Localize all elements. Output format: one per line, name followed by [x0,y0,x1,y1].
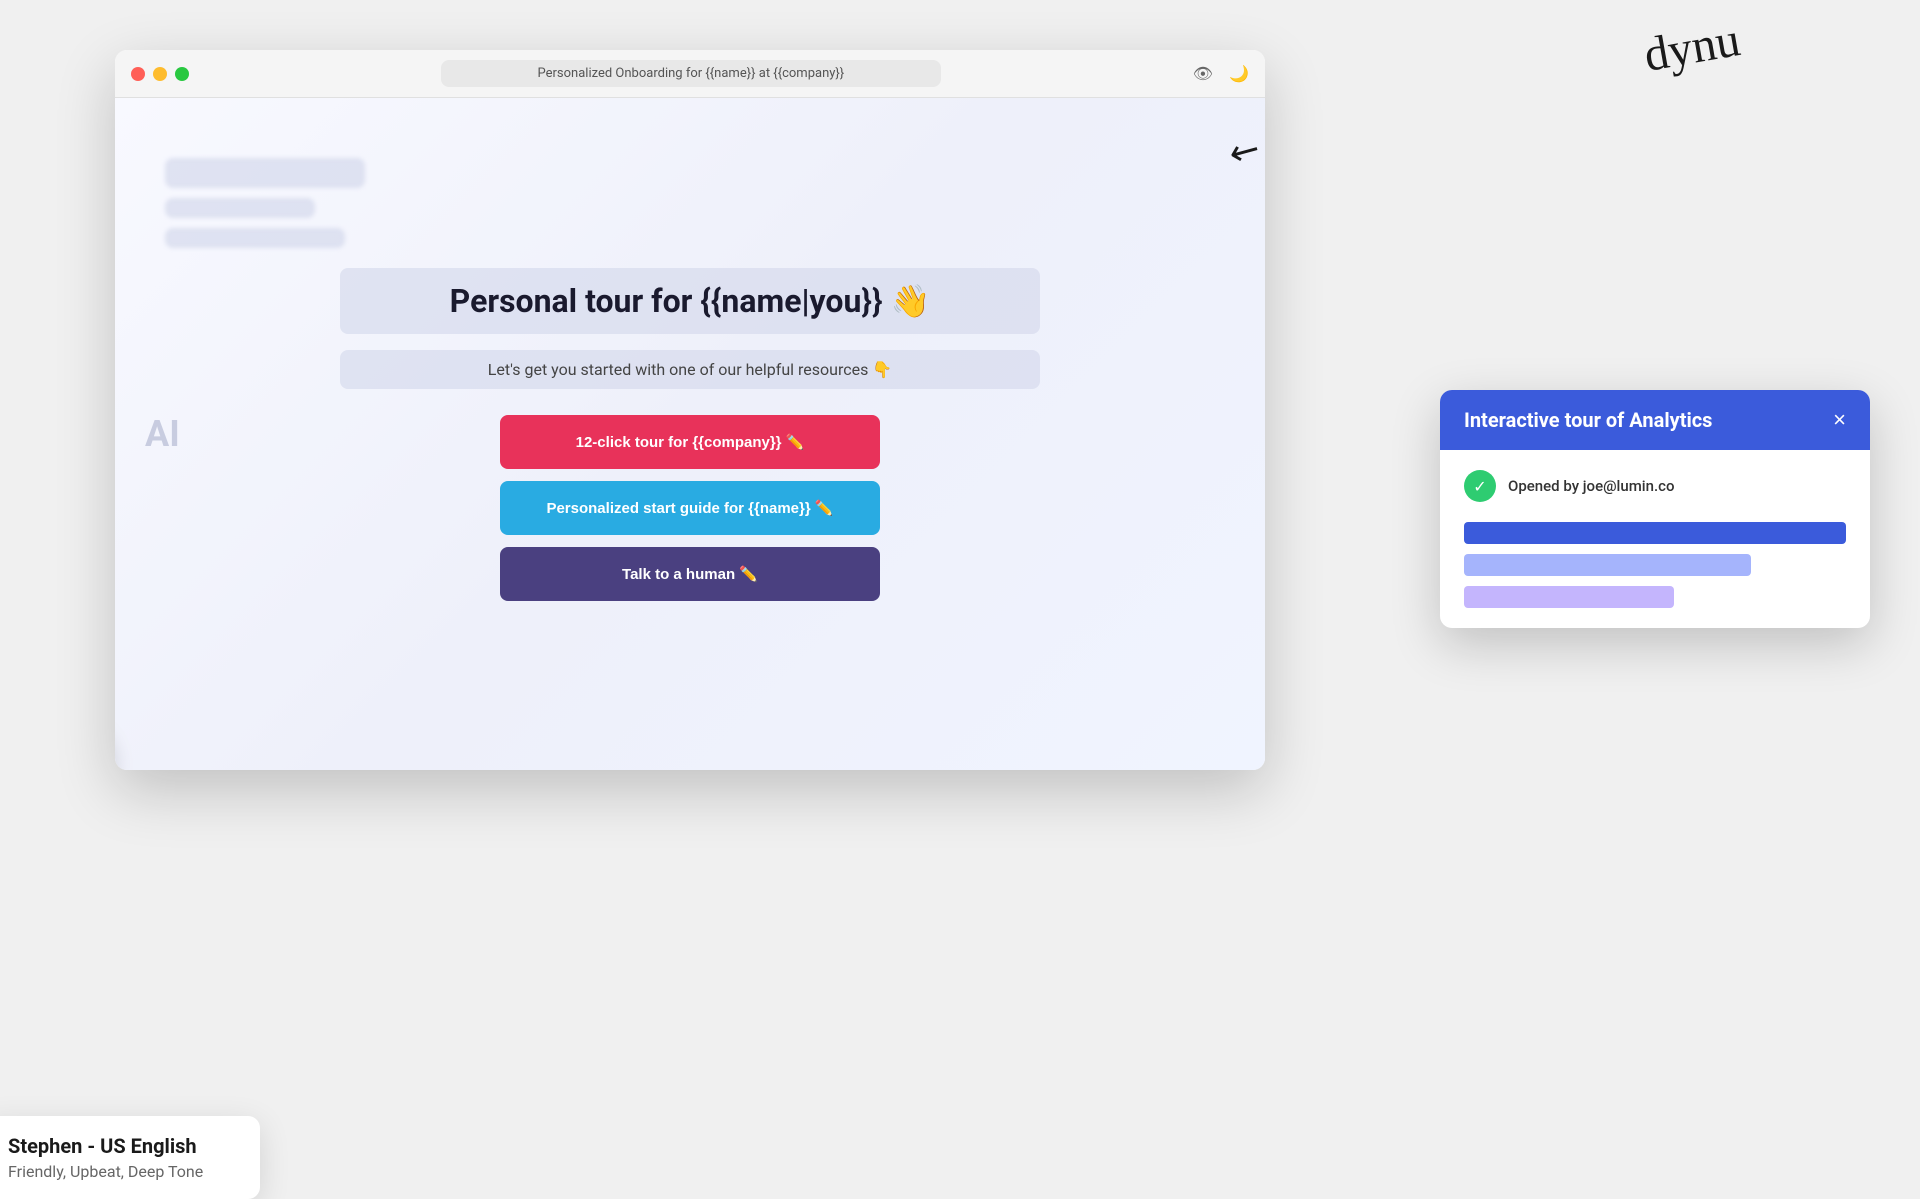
browser-close-button[interactable] [131,67,145,81]
browser-content: AI Personal tour for {{name|you}} 👋 Let'… [115,98,1265,770]
page-wrapper: dynu ↙ Personalized Onboarding for {{nam… [0,0,1920,1104]
human-button[interactable]: Talk to a human ✏️ [500,547,880,601]
browser-controls [131,67,189,81]
voice-name: Stephen - US English [8,1134,232,1158]
main-subtitle-bar: Let's get you started with one of our he… [340,350,1040,389]
popup-progress-bars [1464,522,1846,608]
browser-minimize-button[interactable] [153,67,167,81]
bg-decoration-2 [165,198,315,218]
eye-icon: 👁 [1193,64,1213,83]
browser-toolbar-icons: 👁 🌙 [1193,64,1249,83]
annotation-text: dynu [1640,12,1744,83]
voice-card: Stephen - US English Friendly, Upbeat, D… [0,1116,260,1199]
tour-button[interactable]: 12-click tour for {{company}} ✏️ [500,415,880,469]
popup-status-row: ✓ Opened by joe@lumin.co [1464,470,1846,502]
popup-close-button[interactable]: × [1833,409,1846,431]
main-content: Personal tour for {{name|you}} 👋 Let's g… [340,268,1040,601]
main-title-bar: Personal tour for {{name|you}} 👋 [340,268,1040,334]
progress-bar-2 [1464,554,1751,576]
popup-title: Interactive tour of Analytics [1464,408,1712,432]
page-title: Personal tour for {{name|you}} 👋 [380,282,1000,320]
bg-decoration-1 [165,158,365,188]
progress-bar-1 [1464,522,1846,544]
popup-body: ✓ Opened by joe@lumin.co [1440,450,1870,628]
ai-label: AI [145,413,180,455]
bg-decoration-3 [165,228,345,248]
moon-icon: 🌙 [1229,64,1249,83]
popup-card: Interactive tour of Analytics × ✓ Opened… [1440,390,1870,628]
browser-titlebar: Personalized Onboarding for {{name}} at … [115,50,1265,98]
status-text: Opened by joe@lumin.co [1508,477,1674,495]
page-subtitle: Let's get you started with one of our he… [380,360,1000,379]
popup-header: Interactive tour of Analytics × [1440,390,1870,450]
browser-maximize-button[interactable] [175,67,189,81]
progress-bar-3 [1464,586,1674,608]
checkmark-icon: ✓ [1473,477,1486,496]
cta-buttons-container: 12-click tour for {{company}} ✏️ Persona… [500,415,880,601]
status-check-icon: ✓ [1464,470,1496,502]
browser-window: Personalized Onboarding for {{name}} at … [115,50,1265,770]
voice-description: Friendly, Upbeat, Deep Tone [8,1162,232,1181]
guide-button[interactable]: Personalized start guide for {{name}} ✏️ [500,481,880,535]
browser-address-bar: Personalized Onboarding for {{name}} at … [441,60,941,87]
